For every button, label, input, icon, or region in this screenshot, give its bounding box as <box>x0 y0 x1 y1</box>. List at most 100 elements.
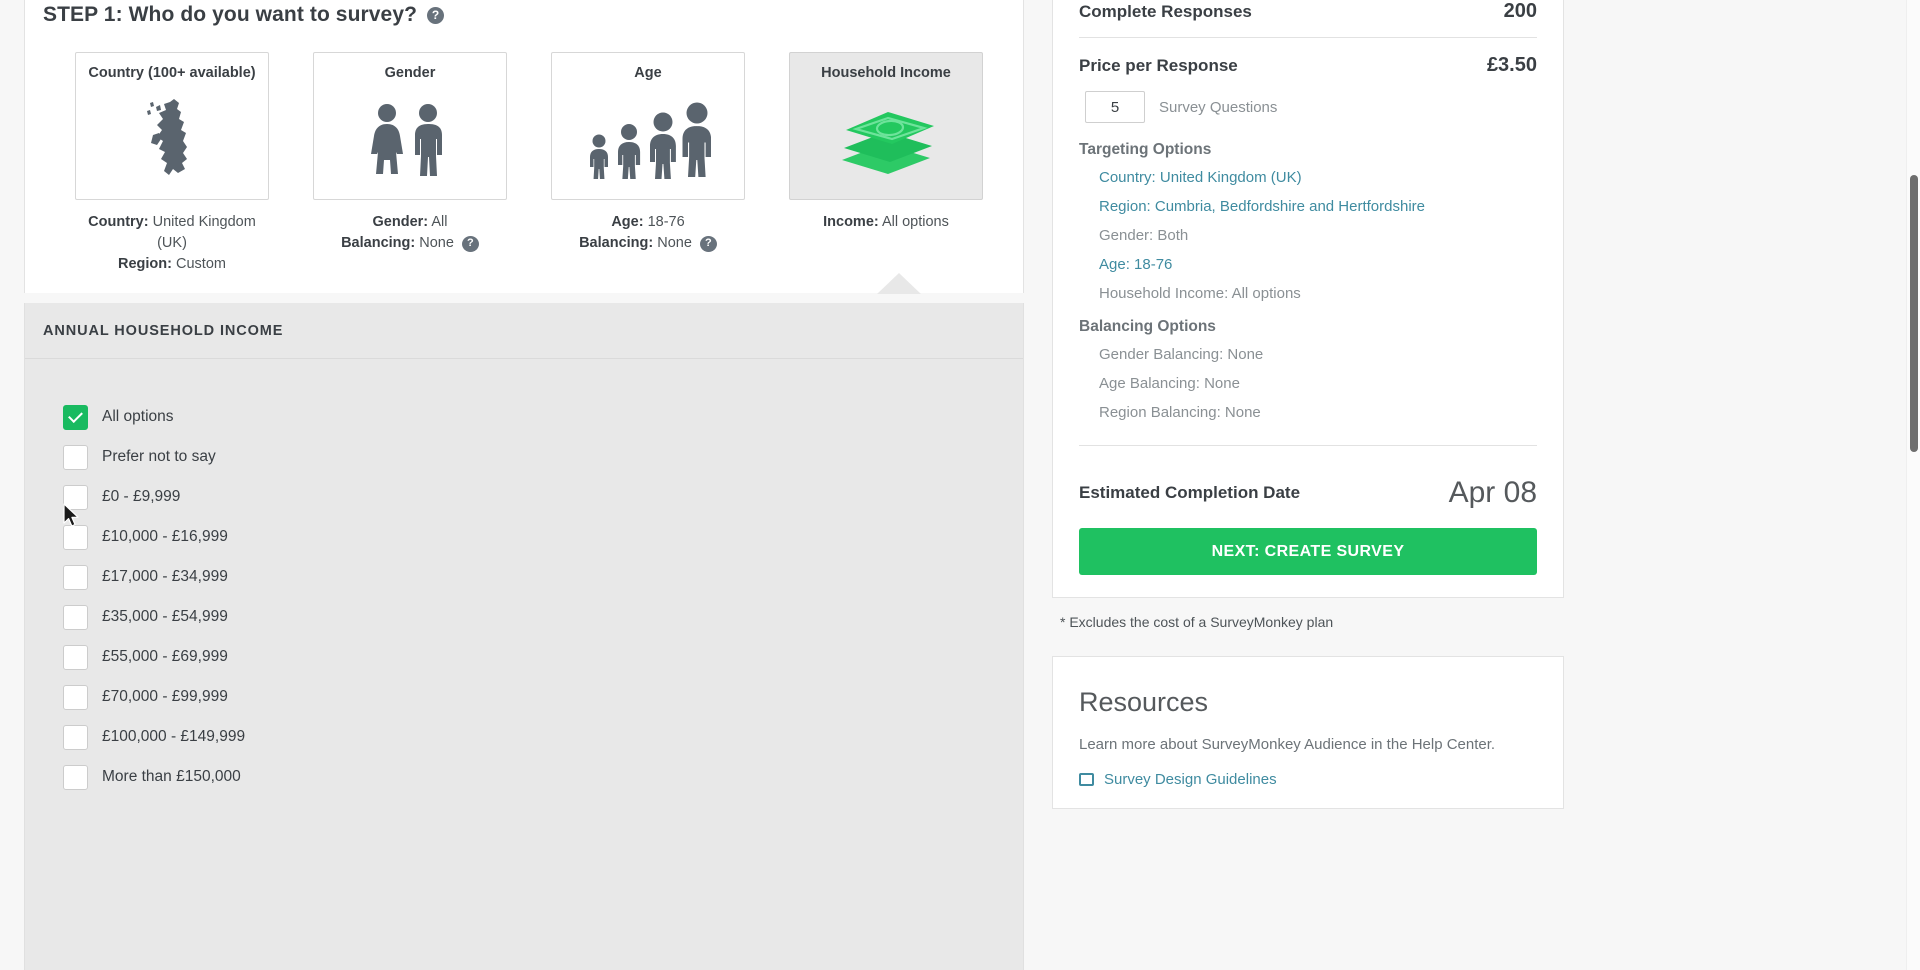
step-panel: STEP 1: Who do you want to survey? ? Cou… <box>24 0 1024 294</box>
card-age-box[interactable]: Age <box>551 52 745 200</box>
income-option-row[interactable]: £100,000 - £149,999 <box>63 717 1023 757</box>
targeting-option-country[interactable]: Country: United Kingdom (UK) <box>1079 163 1537 192</box>
card-age-meta-1-value: None <box>657 235 692 251</box>
income-option-label: More than £150,000 <box>102 768 241 785</box>
targeting-option-household-income: Household Income: All options <box>1099 285 1301 302</box>
checkbox-prefer-not-to-say[interactable] <box>63 444 88 470</box>
checkbox-income-0-9999[interactable] <box>63 484 88 510</box>
card-age-meta-0: Age: 18-76 <box>611 214 685 230</box>
resources-link-survey-design-guidelines[interactable]: Survey Design Guidelines <box>1079 771 1537 788</box>
plan-cost-footnote: * Excludes the cost of a SurveyMonkey pl… <box>1060 614 1334 630</box>
estimated-completion-date-row: Estimated Completion Date Apr 08 <box>1079 462 1537 528</box>
card-gender: Gender Gender: All Balancing: None ? <box>313 52 507 254</box>
income-option-label: All options <box>102 408 174 425</box>
gender-balancing-help-icon[interactable]: ? <box>461 235 479 252</box>
income-option-row[interactable]: £10,000 - £16,999 <box>63 517 1023 557</box>
balancing-option-gender: Gender Balancing: None <box>1099 346 1264 363</box>
page-scrollbar-thumb[interactable] <box>1910 175 1918 452</box>
checkbox-income-100000-149999[interactable] <box>63 724 88 750</box>
targeting-option-age[interactable]: Age: 18-76 <box>1079 250 1537 279</box>
balancing-options-title: Balancing Options <box>1079 318 1216 335</box>
checkbox-income-17000-34999[interactable] <box>63 564 88 590</box>
complete-responses-value: 200 <box>1503 0 1537 22</box>
money-stack-icon <box>790 81 982 199</box>
summary-card: Complete Responses 200 Price per Respons… <box>1052 0 1564 598</box>
resources-link-label: Survey Design Guidelines <box>1104 771 1277 788</box>
card-gender-box[interactable]: Gender <box>313 52 507 200</box>
card-household-income-meta-0: Income: All options <box>823 214 949 230</box>
checkbox-income-70000-99999[interactable] <box>63 684 88 710</box>
income-option-row[interactable]: £55,000 - £69,999 <box>63 637 1023 677</box>
income-option-row[interactable]: All options <box>63 397 1023 437</box>
income-option-row[interactable]: Prefer not to say <box>63 437 1023 477</box>
price-per-response-label: Price per Response <box>1079 56 1238 75</box>
card-gender-meta-1-value: None <box>419 235 454 251</box>
estimated-completion-date-value: Apr 08 <box>1448 476 1537 509</box>
card-country-box[interactable]: Country (100+ available) <box>75 52 269 200</box>
income-option-row[interactable]: £0 - £9,999 <box>63 477 1023 517</box>
balancing-option-region: Region Balancing: None <box>1099 404 1261 421</box>
checkbox-all-options[interactable] <box>63 404 88 430</box>
card-age-meta-1: Balancing: None ? <box>579 233 717 254</box>
card-country-label: Country (100+ available) <box>88 65 256 81</box>
checkbox-income-35000-54999[interactable] <box>63 604 88 630</box>
resources-card: Resources Learn more about SurveyMonkey … <box>1052 656 1564 809</box>
page-title: STEP 1: Who do you want to survey? ? <box>25 0 1023 30</box>
complete-responses-row: Complete Responses 200 <box>1079 0 1537 37</box>
income-options-list: All options Prefer not to say £0 - £9,99… <box>25 359 1023 797</box>
income-option-row[interactable]: £17,000 - £34,999 <box>63 557 1023 597</box>
divider <box>1079 445 1537 446</box>
resources-subtitle: Learn more about SurveyMonkey Audience i… <box>1079 736 1496 753</box>
summary-sidebar: Complete Responses 200 Price per Respons… <box>1052 0 1564 970</box>
checkbox-income-55000-69999[interactable] <box>63 644 88 670</box>
card-household-income-box[interactable]: Household Income <box>789 52 983 200</box>
complete-responses-label: Complete Responses <box>1079 2 1252 21</box>
card-country-meta-1-key: Region <box>118 256 168 272</box>
income-option-row[interactable]: £70,000 - £99,999 <box>63 677 1023 717</box>
card-country-meta-1-value: Custom <box>176 256 226 272</box>
card-gender-meta-0-key: Gender <box>372 214 424 230</box>
age-figures-icon <box>552 81 744 199</box>
right-gutter <box>1564 0 1592 970</box>
income-option-row[interactable]: £35,000 - £54,999 <box>63 597 1023 637</box>
card-age-meta-1-key: Balancing <box>579 235 649 251</box>
income-option-label: £55,000 - £69,999 <box>102 648 228 665</box>
step-title-text: STEP 1: Who do you want to survey? <box>43 3 418 26</box>
age-balancing-help-icon[interactable]: ? <box>699 235 717 252</box>
card-age-meta-0-key: Age <box>611 214 639 230</box>
page-scrollbar[interactable] <box>1906 0 1920 970</box>
card-household-income: Household Income Income: All options <box>789 52 983 233</box>
income-option-label: £35,000 - £54,999 <box>102 608 228 625</box>
income-option-label: Prefer not to say <box>102 448 216 465</box>
checkbox-income-more-than-150000[interactable] <box>63 764 88 790</box>
price-per-response-row: Price per Response £3.50 <box>1079 54 1537 89</box>
card-gender-meta: Gender: All Balancing: None ? <box>341 212 479 254</box>
survey-questions-row: Survey Questions <box>1079 89 1537 139</box>
targeting-option-gender: Gender: Both <box>1099 227 1189 244</box>
checkbox-income-10000-16999[interactable] <box>63 524 88 550</box>
estimated-completion-date-label: Estimated Completion Date <box>1079 483 1301 502</box>
card-country-meta-1: Region: Custom <box>118 256 226 272</box>
step-help-icon[interactable]: ? <box>427 6 445 24</box>
price-per-response-value: £3.50 <box>1486 54 1537 76</box>
balancing-option-age: Age Balancing: None <box>1099 375 1240 392</box>
income-option-row[interactable]: More than £150,000 <box>63 757 1023 797</box>
targeting-option-region[interactable]: Region: Cumbria, Bedfordshire and Hertfo… <box>1079 192 1537 221</box>
page-root: STEP 1: Who do you want to survey? ? Cou… <box>0 0 1920 970</box>
card-household-income-label: Household Income <box>821 65 951 81</box>
card-household-income-meta-0-key: Income <box>823 214 874 230</box>
annual-household-income-section: ANNUAL HOUSEHOLD INCOME All options Pref… <box>24 303 1024 970</box>
card-country-meta-0-key: Country <box>88 214 144 230</box>
card-country: Country (100+ available) Country: United… <box>75 52 269 275</box>
divider <box>1079 37 1537 38</box>
survey-questions-input[interactable] <box>1085 91 1145 123</box>
mid-gutter <box>1024 0 1052 970</box>
left-gutter <box>0 0 24 970</box>
uk-map-icon <box>76 81 268 199</box>
card-gender-meta-0-value: All <box>431 214 448 230</box>
targeting-cards-row: Country (100+ available) Country: United… <box>25 30 1023 275</box>
document-icon <box>1079 773 1094 786</box>
next-create-survey-button[interactable]: NEXT: CREATE SURVEY <box>1079 528 1537 575</box>
targeting-options-title: Targeting Options <box>1079 141 1212 158</box>
income-section-header: ANNUAL HOUSEHOLD INCOME <box>25 303 1023 359</box>
